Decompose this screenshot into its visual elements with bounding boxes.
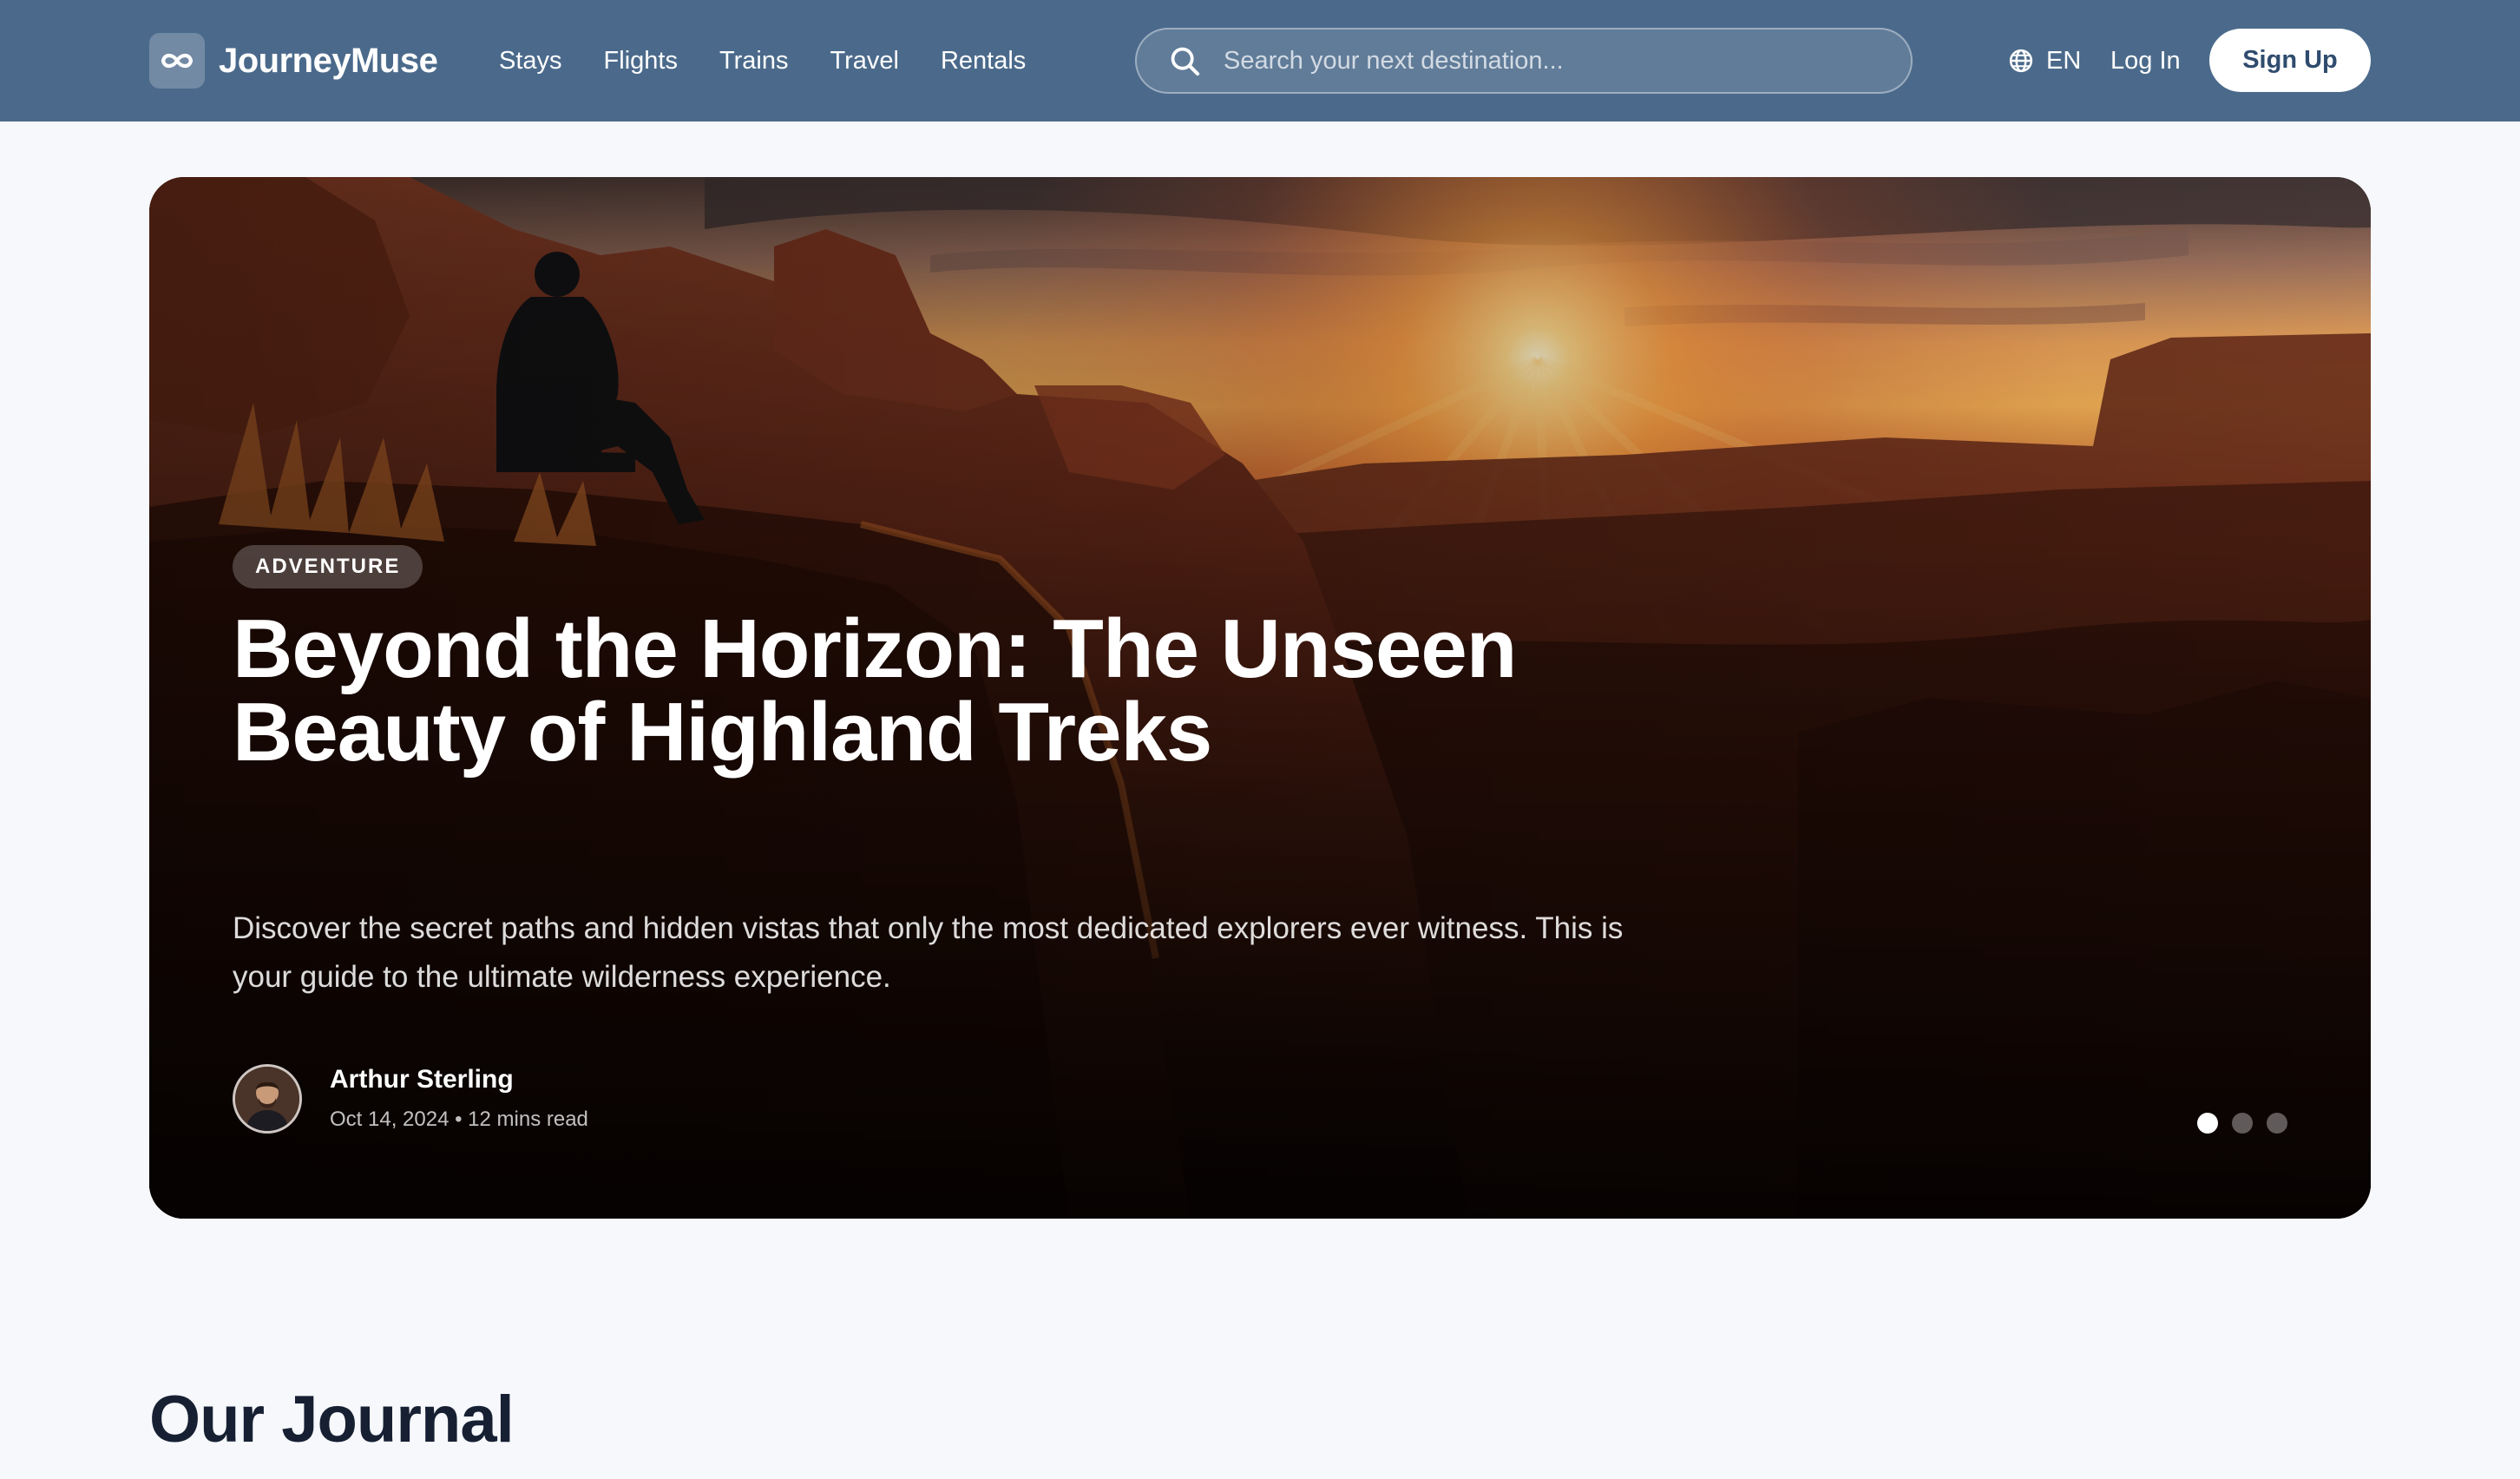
nav-item-travel[interactable]: Travel	[830, 43, 899, 78]
author-block[interactable]: Arthur Sterling Oct 14, 2024 • 12 mins r…	[233, 1062, 588, 1135]
hero-description: Discover the secret paths and hidden vis…	[233, 911, 1624, 994]
language-selector[interactable]: EN	[2008, 42, 2081, 80]
hero-title[interactable]: Beyond the Horizon: The Unseen Beauty of…	[233, 608, 1534, 774]
author-info: Arthur Sterling Oct 14, 2024 • 12 mins r…	[330, 1062, 588, 1135]
main-nav: Stays Flights Trains Travel Rentals	[499, 43, 1026, 78]
language-code: EN	[2046, 47, 2082, 75]
carousel-dot-3[interactable]	[2267, 1113, 2287, 1134]
signup-button[interactable]: Sign Up	[2209, 29, 2371, 92]
article-meta: Oct 14, 2024 • 12 mins read	[330, 1108, 588, 1131]
infinity-icon	[149, 33, 205, 89]
section-title-journal: Our Journal	[149, 1383, 515, 1456]
top-navigation-bar: JourneyMuse Stays Flights Trains Travel …	[0, 0, 2520, 122]
carousel-pagination	[2197, 1113, 2287, 1134]
nav-item-flights[interactable]: Flights	[604, 43, 678, 78]
login-link[interactable]: Log In	[2110, 43, 2181, 78]
nav-item-trains[interactable]: Trains	[719, 43, 789, 78]
search-icon	[1171, 47, 1200, 76]
brand-name: JourneyMuse	[219, 41, 438, 80]
brand-logo[interactable]: JourneyMuse	[149, 33, 438, 89]
featured-article-hero[interactable]: ADVENTURE Beyond the Horizon: The Unseen…	[149, 177, 2371, 1219]
search-input[interactable]	[1224, 35, 1911, 87]
author-name[interactable]: Arthur Sterling	[330, 1062, 588, 1097]
author-avatar[interactable]	[233, 1064, 302, 1134]
search-bar[interactable]	[1135, 28, 1913, 94]
globe-icon	[2009, 49, 2033, 73]
carousel-dot-2[interactable]	[2232, 1113, 2253, 1134]
nav-item-stays[interactable]: Stays	[499, 43, 562, 78]
category-badge[interactable]: ADVENTURE	[233, 545, 423, 588]
nav-item-rentals[interactable]: Rentals	[941, 43, 1026, 78]
carousel-dot-1[interactable]	[2197, 1113, 2218, 1134]
